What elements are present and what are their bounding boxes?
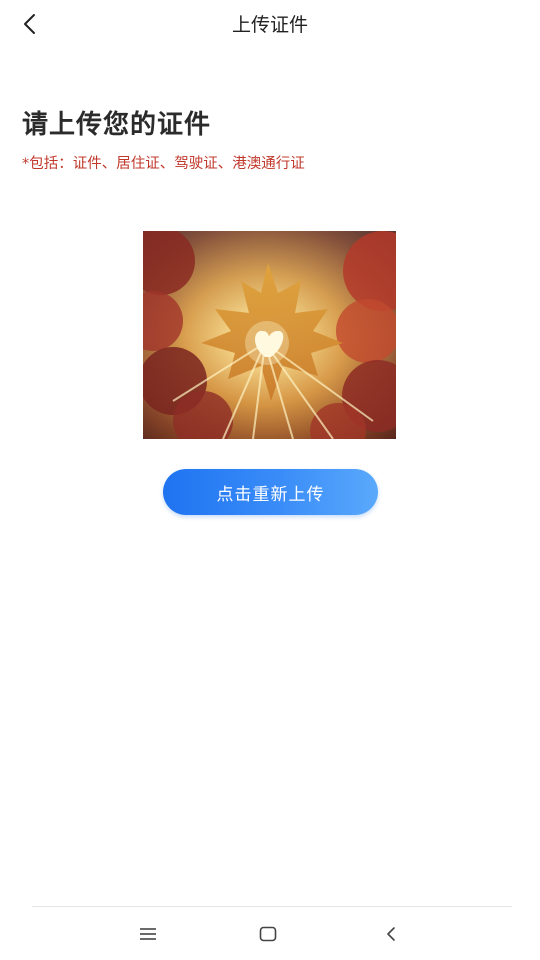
system-nav-bar xyxy=(0,907,540,960)
menu-button[interactable] xyxy=(133,919,163,949)
menu-icon xyxy=(140,928,156,940)
nav-back-button[interactable] xyxy=(376,919,406,949)
reupload-button[interactable]: 点击重新上传 xyxy=(163,469,378,515)
chevron-left-icon xyxy=(387,927,395,941)
home-square-icon xyxy=(259,926,277,942)
uploaded-document-image[interactable] xyxy=(143,231,396,439)
photo-autumn-leaf xyxy=(143,231,396,439)
home-button[interactable] xyxy=(253,919,283,949)
header: 上传证件 xyxy=(0,0,540,48)
document-types-hint: *包括：证件、居住证、驾驶证、港澳通行证 xyxy=(22,156,305,172)
page-title: 上传证件 xyxy=(231,14,308,36)
upload-heading: 请上传您的证件 xyxy=(22,110,212,140)
